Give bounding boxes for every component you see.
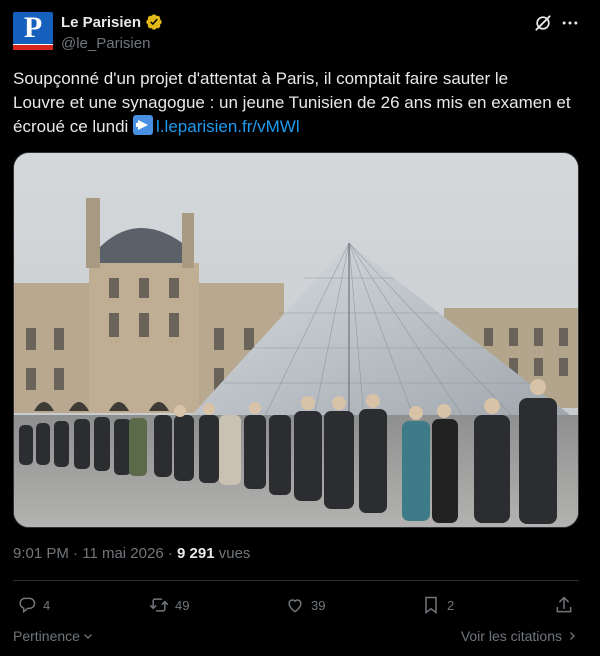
avatar[interactable]: P	[13, 12, 53, 52]
tweet-text-line-3: écroué ce lundi l.leparisien.fr/vMWl	[13, 115, 585, 139]
repost-icon	[149, 598, 169, 612]
tweet: P Le Parisien @le_Parisien Soupçonné d'u…	[0, 0, 600, 656]
author-name-row: Le Parisien	[61, 13, 163, 31]
share-icon	[556, 596, 572, 613]
like-icon	[288, 599, 302, 613]
views-count: 9 291	[177, 545, 215, 562]
tweet-text-line-3-text: écroué ce lundi	[13, 117, 129, 136]
share-button[interactable]	[554, 595, 574, 615]
grok-icon[interactable]	[533, 13, 553, 33]
meta-separator-2: ·	[167, 545, 173, 562]
le-parisien-logo: P	[13, 12, 53, 44]
repost-count: 49	[175, 597, 190, 613]
tweet-link[interactable]: l.leparisien.fr/vMWl	[156, 117, 300, 136]
verified-badge-icon	[146, 14, 162, 30]
chevron-down-icon	[83, 634, 92, 639]
bookmark-button[interactable]: 2	[421, 595, 454, 615]
like-button[interactable]: 39	[285, 595, 325, 615]
tweet-text-line-1: Soupçonné d'un projet d'attentat à Paris…	[13, 69, 509, 88]
more-icon[interactable]	[560, 13, 580, 33]
tweet-date[interactable]: 11 mai 2026	[82, 545, 163, 562]
louvre-pyramid-photo	[14, 153, 578, 527]
views-label: vues	[218, 545, 251, 562]
action-bar: 4 49 39 2	[13, 595, 579, 619]
logo-letter: P	[23, 11, 43, 44]
tweet-text: Soupçonné d'un projet d'attentat à Paris…	[13, 67, 585, 139]
relevance-label: Pertinence	[13, 628, 80, 644]
author-display-name[interactable]: Le Parisien	[61, 14, 141, 31]
reply-icon	[19, 597, 36, 614]
relevance-sort[interactable]: Pertinence	[13, 628, 94, 644]
logo-red-bar	[13, 44, 53, 50]
tweet-photo[interactable]	[13, 152, 579, 528]
like-count: 39	[311, 597, 326, 613]
tweet-meta: 9:01 PM · 11 mai 2026 · 9 291 vues	[13, 545, 250, 562]
meta-separator: ·	[73, 545, 79, 562]
view-quotes-label: Voir les citations	[460, 628, 562, 644]
chevron-right-icon	[570, 632, 575, 640]
bookmark-icon	[425, 596, 437, 614]
author-handle[interactable]: @le_Parisien	[61, 35, 150, 52]
repost-button[interactable]: 49	[149, 595, 189, 615]
tweet-time[interactable]: 9:01 PM	[13, 545, 69, 562]
tweet-text-line-2: Louvre et une synagogue : un jeune Tunis…	[13, 93, 571, 112]
view-quotes-link[interactable]: Voir les citations	[461, 628, 578, 644]
reply-count: 4	[43, 597, 51, 613]
divider-top	[13, 580, 579, 581]
reply-button[interactable]: 4	[17, 595, 50, 615]
arrow-right-emoji	[133, 115, 154, 135]
bookmark-count: 2	[447, 597, 455, 613]
